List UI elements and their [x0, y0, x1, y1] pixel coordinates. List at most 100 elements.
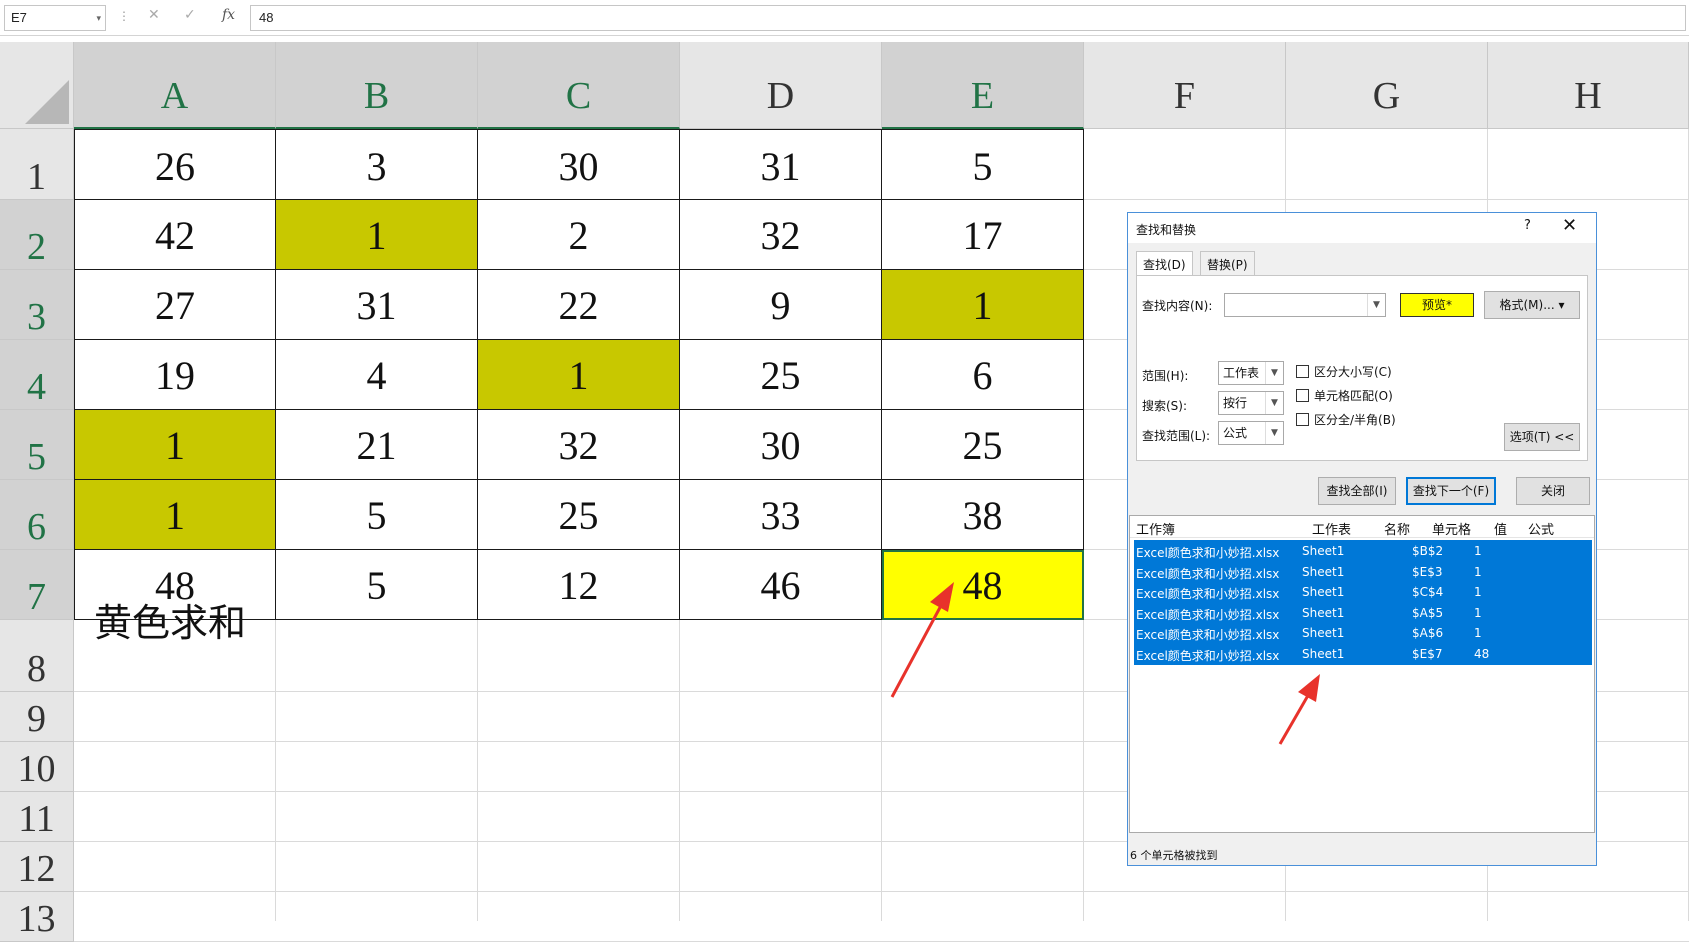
cell-d2[interactable]: 32: [680, 200, 882, 270]
find-next-button[interactable]: 查找下一个(F): [1406, 477, 1496, 505]
tab-find[interactable]: 查找(D): [1136, 251, 1193, 277]
result-row[interactable]: Excel颜色求和小妙招.xlsx Sheet1 $C$4 1: [1134, 581, 1592, 603]
column-header-formula[interactable]: 公式: [1528, 519, 1554, 538]
column-header-value[interactable]: 值: [1494, 519, 1507, 538]
column-header-d[interactable]: D: [680, 42, 882, 129]
search-select[interactable]: 按行 ▼: [1218, 391, 1284, 415]
format-button[interactable]: 格式(M)... ▾: [1484, 291, 1580, 319]
formula-input[interactable]: 48: [250, 5, 1686, 31]
cell-d5[interactable]: 30: [680, 410, 882, 480]
result-row[interactable]: Excel颜色求和小妙招.xlsx Sheet1 $B$2 1: [1134, 540, 1592, 562]
row-header-10[interactable]: 10: [0, 742, 74, 792]
cell-c7[interactable]: 12: [478, 550, 680, 620]
row-header-2[interactable]: 2: [0, 200, 74, 270]
cell-a3[interactable]: 27: [74, 270, 276, 340]
cell-c3[interactable]: 22: [478, 270, 680, 340]
cell-d7[interactable]: 46: [680, 550, 882, 620]
row-header-7[interactable]: 7: [0, 550, 74, 620]
cell-d3[interactable]: 9: [680, 270, 882, 340]
row-number: 12: [17, 848, 56, 890]
column-header-cell[interactable]: 单元格: [1432, 519, 1471, 538]
row-header-9[interactable]: 9: [0, 692, 74, 742]
column-header-b[interactable]: B: [276, 42, 478, 129]
cell-e5[interactable]: 25: [882, 410, 1084, 480]
cell-b3[interactable]: 31: [276, 270, 478, 340]
column-header-name[interactable]: 名称: [1384, 519, 1410, 538]
result-row[interactable]: Excel颜色求和小妙招.xlsx Sheet1 $A$6 1: [1134, 622, 1592, 644]
options-button[interactable]: 选项(T) <<: [1504, 423, 1580, 451]
chevron-down-icon[interactable]: ▾: [96, 6, 101, 30]
column-header-e[interactable]: E: [882, 42, 1084, 129]
row-header-11[interactable]: 11: [0, 792, 74, 842]
select-all-button[interactable]: [0, 42, 74, 129]
name-box[interactable]: E7 ▾: [4, 5, 106, 31]
close-icon[interactable]: ✕: [1562, 215, 1577, 236]
result-cell: $A$5: [1412, 605, 1444, 620]
cell-b4[interactable]: 4: [276, 340, 478, 410]
find-what-input[interactable]: ▼: [1224, 293, 1386, 317]
cell-a6[interactable]: 1: [74, 480, 276, 550]
match-width-checkbox[interactable]: [1296, 413, 1309, 426]
row-header-5[interactable]: 5: [0, 410, 74, 480]
cell-d6[interactable]: 33: [680, 480, 882, 550]
cell-c4[interactable]: 1: [478, 340, 680, 410]
cell-e1[interactable]: 5: [882, 129, 1084, 200]
cell-e4[interactable]: 6: [882, 340, 1084, 410]
column-header-f[interactable]: F: [1084, 42, 1286, 129]
cell-d4[interactable]: 25: [680, 340, 882, 410]
cell-d1[interactable]: 31: [680, 129, 882, 200]
within-select[interactable]: 工作表 ▼: [1218, 361, 1284, 385]
insert-function-icon[interactable]: fx: [222, 7, 235, 23]
cell-e7[interactable]: 48: [882, 550, 1084, 620]
result-row[interactable]: Excel颜色求和小妙招.xlsx Sheet1 $E$7 48: [1134, 642, 1592, 665]
cell-a4[interactable]: 19: [74, 340, 276, 410]
column-header-a[interactable]: A: [74, 42, 276, 129]
tab-replace[interactable]: 替换(P): [1200, 251, 1255, 275]
match-case-checkbox[interactable]: [1296, 365, 1309, 378]
result-row[interactable]: Excel颜色求和小妙招.xlsx Sheet1 $E$3 1: [1134, 560, 1592, 583]
close-button[interactable]: 关闭: [1516, 477, 1590, 505]
cell-b2[interactable]: 1: [276, 200, 478, 270]
cell-a5[interactable]: 1: [74, 410, 276, 480]
column-header-h[interactable]: H: [1488, 42, 1689, 129]
row-header-8[interactable]: 8: [0, 620, 74, 692]
cell-c1[interactable]: 30: [478, 129, 680, 200]
chevron-down-icon[interactable]: ▼: [1265, 392, 1283, 414]
cell-b7[interactable]: 5: [276, 550, 478, 620]
result-value: 1: [1474, 626, 1482, 640]
column-header-sheet[interactable]: 工作表: [1312, 519, 1351, 538]
match-entire-checkbox[interactable]: [1296, 389, 1309, 402]
row-header-1[interactable]: 1: [0, 129, 74, 200]
enter-icon[interactable]: ✓: [184, 7, 196, 23]
row-header-12[interactable]: 12: [0, 842, 74, 892]
cell-b1[interactable]: 3: [276, 129, 478, 200]
column-header-workbook[interactable]: 工作簿: [1136, 519, 1175, 538]
find-all-button[interactable]: 查找全部(I): [1318, 477, 1396, 505]
cell-a2[interactable]: 42: [74, 200, 276, 270]
cancel-icon[interactable]: ✕: [148, 7, 160, 23]
chevron-down-icon[interactable]: ▼: [1265, 422, 1283, 444]
row-header-6[interactable]: 6: [0, 480, 74, 550]
cell-e2[interactable]: 17: [882, 200, 1084, 270]
column-header-g[interactable]: G: [1286, 42, 1488, 129]
column-header-c[interactable]: C: [478, 42, 680, 129]
row-header-13[interactable]: 13: [0, 892, 74, 942]
cell-a1[interactable]: 26: [74, 129, 276, 200]
cell-c5[interactable]: 32: [478, 410, 680, 480]
chevron-down-icon[interactable]: ▼: [1367, 294, 1385, 316]
result-row[interactable]: Excel颜色求和小妙招.xlsx Sheet1 $A$5 1: [1134, 601, 1592, 624]
cell-b5[interactable]: 21: [276, 410, 478, 480]
cell-c2[interactable]: 2: [478, 200, 680, 270]
row-header-3[interactable]: 3: [0, 270, 74, 340]
cell-b6[interactable]: 5: [276, 480, 478, 550]
chevron-down-icon[interactable]: ▼: [1265, 362, 1283, 384]
row-header-4[interactable]: 4: [0, 340, 74, 410]
cell-e3[interactable]: 1: [882, 270, 1084, 340]
results-list[interactable]: 工作簿 工作表 名称 单元格 值 公式 Excel颜色求和小妙招.xlsx She…: [1129, 515, 1595, 833]
cell-e6[interactable]: 38: [882, 480, 1084, 550]
row-number: 4: [27, 366, 46, 408]
help-icon[interactable]: ?: [1524, 218, 1531, 233]
cell-c6[interactable]: 25: [478, 480, 680, 550]
look-in-select[interactable]: 公式 ▼: [1218, 421, 1284, 445]
cell-a8[interactable]: 黄色求和: [94, 592, 246, 647]
